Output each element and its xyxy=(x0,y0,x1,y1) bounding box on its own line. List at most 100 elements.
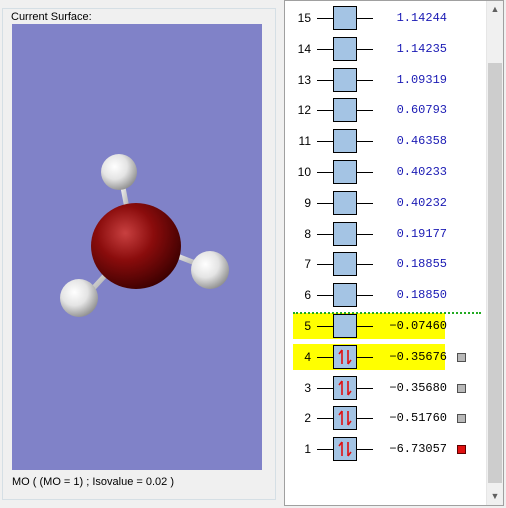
level-line xyxy=(317,449,333,451)
mo-energy: −0.51760 xyxy=(389,411,447,426)
level-line xyxy=(357,18,373,19)
mo-row[interactable]: 9 0.40232 xyxy=(285,189,485,217)
orbital-box[interactable] xyxy=(333,67,357,92)
hydrogen-atom xyxy=(60,279,98,317)
orbital-box[interactable] xyxy=(333,252,357,277)
mo-row[interactable]: 1 −6.73057 xyxy=(285,435,485,463)
level-line xyxy=(317,141,333,143)
mo-index: 3 xyxy=(304,380,311,395)
level-line xyxy=(317,48,333,50)
hydrogen-atom xyxy=(101,154,137,190)
mo-index: 5 xyxy=(304,319,311,333)
hydrogen-atom xyxy=(191,251,229,289)
mo-index: 13 xyxy=(297,72,311,87)
level-line xyxy=(357,79,373,81)
mo-energy: 0.18855 xyxy=(396,257,447,272)
mo-row[interactable]: 8 0.19177 xyxy=(285,220,485,248)
molecule-render xyxy=(60,154,229,317)
mo-energy: −0.35680 xyxy=(389,380,447,395)
orbital-box[interactable] xyxy=(333,375,357,400)
molecule-viewport[interactable] xyxy=(12,24,262,470)
orbital-box[interactable] xyxy=(333,406,357,431)
surface-toggle[interactable] xyxy=(457,414,466,424)
orbital-box[interactable] xyxy=(333,221,357,246)
surface-toggle[interactable] xyxy=(457,352,466,362)
mo-row[interactable]: 14 1.14235 xyxy=(285,35,485,63)
level-line xyxy=(317,202,333,204)
mo-energy: 0.40232 xyxy=(396,195,447,210)
surface-toggle[interactable] xyxy=(457,445,466,455)
orbital-box[interactable] xyxy=(333,98,357,123)
level-line xyxy=(357,110,373,112)
level-line xyxy=(317,18,333,19)
mo-row[interactable]: 6 0.18850 xyxy=(285,281,485,309)
level-line xyxy=(317,110,333,112)
mo-energy: 0.40233 xyxy=(396,165,447,179)
mo-index: 14 xyxy=(297,41,311,56)
oxygen-atom xyxy=(91,203,181,289)
mo-row[interactable]: 5 −0.07460 xyxy=(285,312,485,340)
mo-energy: 0.60793 xyxy=(396,103,447,118)
orbital-box[interactable] xyxy=(333,314,357,338)
orbital-box[interactable] xyxy=(333,283,357,308)
level-line xyxy=(357,48,373,50)
mo-row[interactable]: 15 1.14244 xyxy=(285,4,485,32)
group-title: Current Surface: xyxy=(9,11,94,23)
mo-energy: 0.18850 xyxy=(396,288,447,303)
surface-toggle[interactable] xyxy=(457,383,466,393)
level-line xyxy=(317,172,333,173)
mo-row[interactable]: 3 −0.35680 xyxy=(285,374,485,402)
mo-index: 11 xyxy=(298,134,311,149)
mo-energy: −0.07460 xyxy=(389,319,447,333)
mo-row[interactable]: 4 −0.35676 xyxy=(285,343,485,371)
orbital-box[interactable] xyxy=(333,129,357,154)
mo-index: 10 xyxy=(297,165,311,179)
mo-index: 4 xyxy=(304,349,311,364)
level-line xyxy=(317,233,333,235)
level-line xyxy=(317,264,333,266)
orbital-box[interactable] xyxy=(333,190,357,215)
chevron-down-icon[interactable]: ▼ xyxy=(487,488,503,505)
scroll-thumb[interactable] xyxy=(488,63,502,483)
level-line xyxy=(317,418,333,420)
level-line xyxy=(357,387,373,389)
homo-lumo-separator xyxy=(293,312,481,314)
mo-index: 7 xyxy=(304,257,311,272)
level-line xyxy=(357,264,373,266)
orbital-box[interactable] xyxy=(333,36,357,61)
level-line xyxy=(317,326,333,327)
mo-index: 12 xyxy=(297,103,311,118)
level-line xyxy=(357,418,373,420)
orbital-box[interactable] xyxy=(333,6,357,30)
level-line xyxy=(357,295,373,297)
vertical-scrollbar[interactable]: ▲ ▼ xyxy=(486,1,503,505)
mo-index: 9 xyxy=(304,195,311,210)
chevron-up-icon[interactable]: ▲ xyxy=(487,1,503,18)
mo-row[interactable]: 10 0.40233 xyxy=(285,158,485,186)
level-line xyxy=(357,172,373,173)
mo-energy: 0.19177 xyxy=(396,226,447,241)
spin-up-down-icon xyxy=(338,349,352,365)
mo-energy: 1.09319 xyxy=(396,72,447,87)
level-line xyxy=(357,449,373,451)
mo-energy: −0.35676 xyxy=(389,349,447,364)
mo-energy: 1.14235 xyxy=(396,41,447,56)
level-line xyxy=(357,141,373,143)
mo-row[interactable]: 7 0.18855 xyxy=(285,250,485,278)
level-line xyxy=(357,233,373,235)
mo-energy-list[interactable]: 15 1.14244 14 1.14235 13 1.09319 12 0.60793 11 0.… xyxy=(284,0,504,506)
level-line xyxy=(357,202,373,204)
level-line xyxy=(317,295,333,297)
level-line xyxy=(317,387,333,389)
orbital-box[interactable] xyxy=(333,437,357,462)
level-line xyxy=(357,356,373,358)
mo-row[interactable]: 2 −0.51760 xyxy=(285,404,485,432)
mo-row[interactable]: 12 0.60793 xyxy=(285,96,485,124)
mo-index: 2 xyxy=(304,411,311,426)
orbital-box[interactable] xyxy=(333,344,357,369)
mo-index: 1 xyxy=(304,442,311,457)
orbital-box[interactable] xyxy=(333,160,357,184)
level-line xyxy=(357,326,373,327)
mo-row[interactable]: 13 1.09319 xyxy=(285,66,485,94)
mo-row[interactable]: 11 0.46358 xyxy=(285,127,485,155)
